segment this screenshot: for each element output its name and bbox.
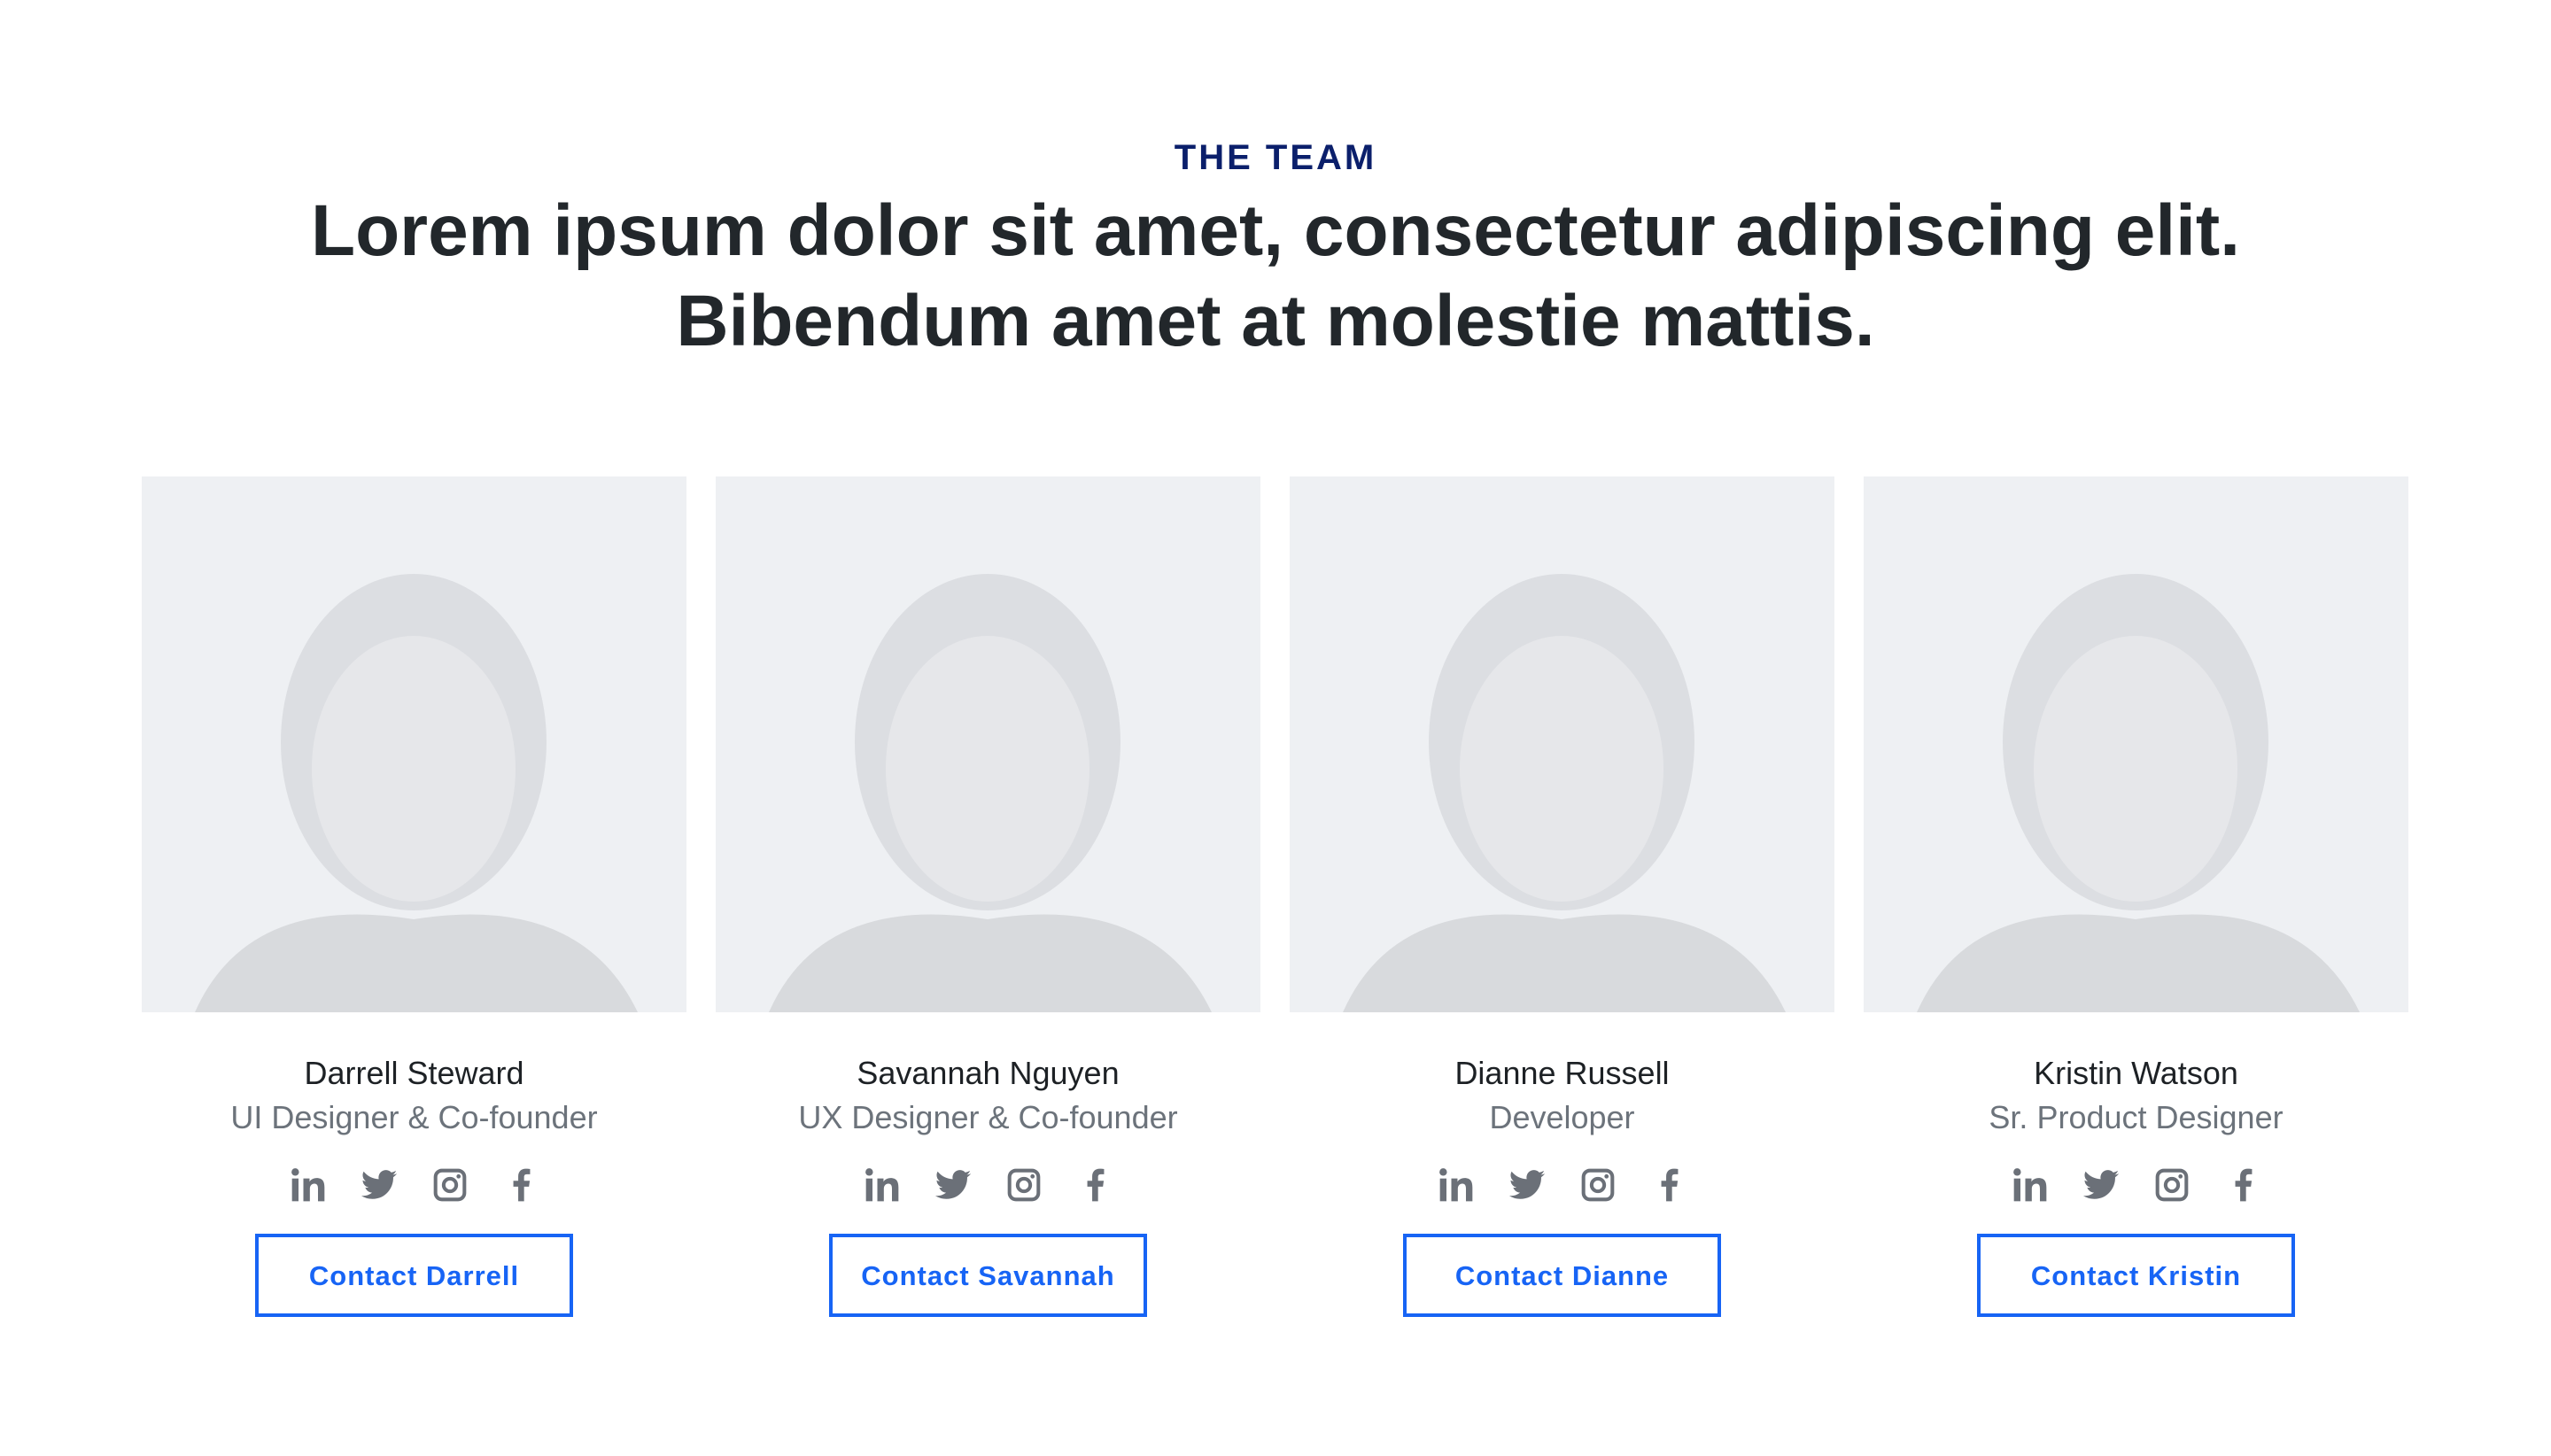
twitter-icon[interactable] (1508, 1166, 1547, 1204)
member-name: Dianne Russell (1454, 1055, 1670, 1091)
facebook-icon[interactable] (1649, 1166, 1688, 1204)
member-name: Darrell Steward (304, 1055, 524, 1091)
headline-line-1: Lorem ipsum dolor sit amet, consectetur … (310, 190, 2240, 271)
member-photo (1864, 476, 2408, 1012)
linkedin-icon[interactable] (2011, 1166, 2050, 1204)
twitter-icon[interactable] (2082, 1166, 2121, 1204)
contact-button[interactable]: Contact Kristin (1977, 1234, 2295, 1317)
twitter-icon[interactable] (360, 1166, 399, 1204)
facebook-icon[interactable] (501, 1166, 540, 1204)
instagram-icon[interactable] (1004, 1166, 1043, 1204)
instagram-icon[interactable] (1578, 1166, 1617, 1204)
member-role: Sr. Product Designer (1989, 1099, 2283, 1135)
section-eyebrow: THE TEAM (1174, 138, 1377, 177)
instagram-icon[interactable] (2152, 1166, 2191, 1204)
member-role: UI Designer & Co-founder (230, 1099, 598, 1135)
section-headline: Lorem ipsum dolor sit amet, consectetur … (0, 186, 2551, 367)
contact-button[interactable]: Contact Dianne (1403, 1234, 1721, 1317)
social-links (1864, 1163, 2408, 1207)
member-name: Kristin Watson (2034, 1055, 2238, 1091)
linkedin-icon[interactable] (289, 1166, 328, 1204)
social-links (142, 1163, 686, 1207)
member-name: Savannah Nguyen (857, 1055, 1120, 1091)
social-links (1290, 1163, 1834, 1207)
contact-button[interactable]: Contact Darrell (255, 1234, 573, 1317)
linkedin-icon[interactable] (1437, 1166, 1476, 1204)
social-links (716, 1163, 1260, 1207)
member-photo (1290, 476, 1834, 1012)
instagram-icon[interactable] (430, 1166, 469, 1204)
team-member-card: Dianne Russell Developer Contact Dianne (1290, 476, 1834, 1317)
facebook-icon[interactable] (2223, 1166, 2262, 1204)
team-member-card: Darrell Steward UI Designer & Co-founder… (142, 476, 686, 1317)
headline-line-2: Bibendum amet at molestie mattis. (676, 281, 1875, 361)
member-role: UX Designer & Co-founder (798, 1099, 1178, 1135)
member-photo (142, 476, 686, 1012)
member-role: Developer (1489, 1099, 1635, 1135)
linkedin-icon[interactable] (863, 1166, 902, 1204)
contact-button[interactable]: Contact Savannah (829, 1234, 1147, 1317)
team-member-card: Savannah Nguyen UX Designer & Co-founder… (716, 476, 1260, 1317)
twitter-icon[interactable] (934, 1166, 973, 1204)
member-photo (716, 476, 1260, 1012)
team-member-card: Kristin Watson Sr. Product Designer Cont… (1864, 476, 2408, 1317)
facebook-icon[interactable] (1075, 1166, 1114, 1204)
